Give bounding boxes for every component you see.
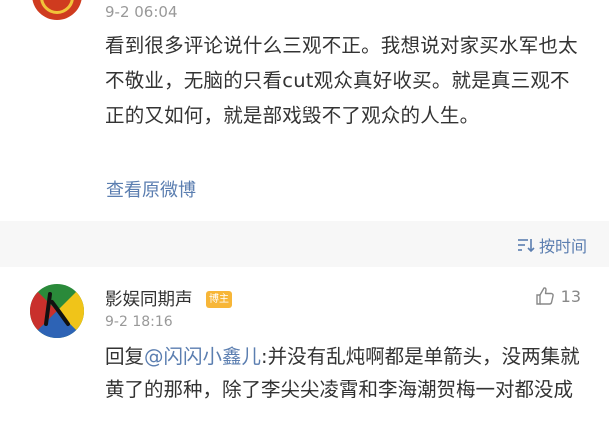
post-timestamp: 9-2 06:04	[105, 3, 178, 21]
like-count: 13	[560, 286, 581, 306]
like-button[interactable]: 13	[535, 286, 581, 306]
sort-label: 按时间	[538, 237, 587, 256]
comment-text: 回复@闪闪小鑫儿:并没有乱炖啊都是单箭头，没两集就黄了的那种，除了李尖尖凌霄和李…	[105, 340, 585, 406]
original-post: 9-2 06:04 看到很多评论说什么三观不正。我想说对家买水军也太不敬业，无脑…	[0, 0, 609, 220]
sort-icon	[517, 239, 535, 253]
post-text: 看到很多评论说什么三观不正。我想说对家买水军也太不敬业，无脑的只看cut观众真好…	[105, 34, 578, 127]
sort-by-time-button[interactable]: 按时间	[517, 233, 587, 257]
comment-timestamp: 9-2 18:16	[105, 314, 173, 330]
post-author-avatar[interactable]	[32, 0, 82, 20]
reply-prefix: 回复	[105, 345, 145, 368]
weibo-comment-page: 9-2 06:04 看到很多评论说什么三观不正。我想说对家买水军也太不敬业，无脑…	[0, 0, 609, 448]
thumbs-up-icon	[535, 287, 554, 305]
mention-link[interactable]: @闪闪小鑫儿	[144, 345, 261, 368]
view-original-weibo-link[interactable]: 查看原微博	[106, 176, 196, 202]
commenter-avatar[interactable]	[30, 284, 84, 338]
commenter-name[interactable]: 影娱同期声	[105, 286, 193, 311]
author-badge: 博主	[206, 291, 232, 308]
avatar-ring-decoration	[40, 0, 74, 14]
comment-item: 影娱同期声 博主 9-2 18:16 13 回复@闪闪小鑫儿:并没有乱炖啊都是单…	[0, 267, 609, 448]
